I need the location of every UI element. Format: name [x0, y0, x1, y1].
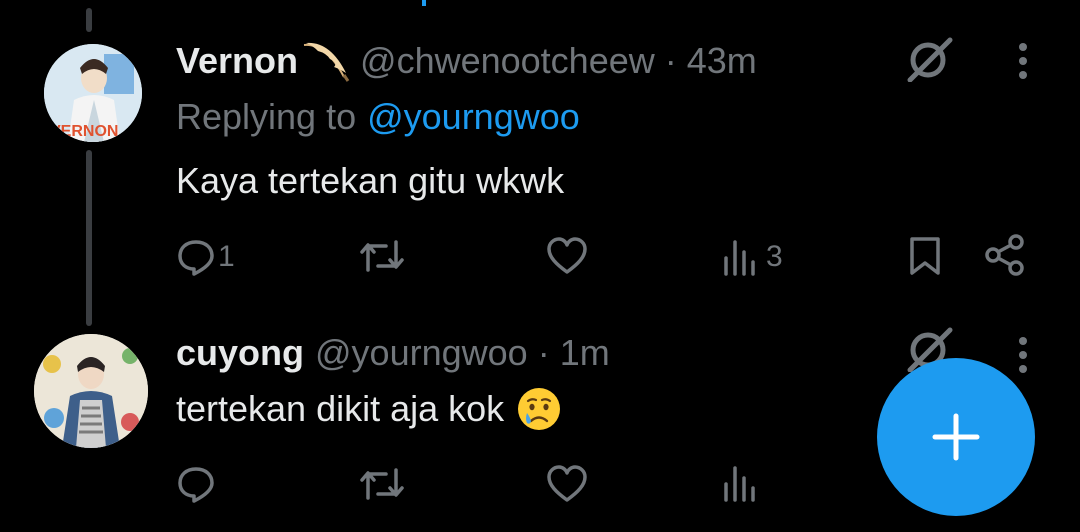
like-icon	[546, 236, 588, 276]
avatar-vernon-logo: VERNON	[50, 123, 118, 140]
like-button[interactable]	[546, 464, 588, 504]
separator: ·	[664, 40, 677, 81]
thread-top-accent	[422, 0, 426, 6]
tweet-text: tertekan dikit aja kok	[176, 388, 505, 429]
retweet-button[interactable]	[358, 464, 406, 504]
bookmark-button[interactable]	[908, 236, 942, 276]
views-icon	[722, 238, 758, 276]
compose-button[interactable]	[877, 358, 1035, 516]
replying-to-label: Replying to	[176, 96, 357, 137]
views-button[interactable]: 3	[722, 236, 783, 278]
reply-count: 1	[218, 240, 235, 273]
retweet-button[interactable]	[358, 236, 406, 276]
feather-icon	[300, 39, 350, 83]
reply-button[interactable]	[176, 464, 216, 504]
replying-to-link[interactable]: @yourngwoo	[367, 96, 580, 138]
avatar-cuyong[interactable]	[34, 334, 148, 448]
timestamp[interactable]: 43m	[687, 40, 757, 82]
crying-face-emoji	[516, 386, 562, 432]
views-button[interactable]	[722, 464, 758, 502]
like-icon	[546, 464, 588, 504]
avatar-vernon[interactable]: VERNON	[44, 44, 142, 142]
more-vertical-icon[interactable]	[1016, 336, 1030, 374]
view-count: 3	[766, 240, 783, 273]
tweet-text: Kaya tertekan gitu wkwk	[176, 160, 565, 201]
more-vertical-icon[interactable]	[1016, 42, 1030, 80]
reply-button[interactable]: 1	[176, 236, 235, 278]
grok-icon[interactable]	[904, 36, 954, 82]
handle[interactable]: @yourngwoo	[315, 332, 528, 374]
display-name[interactable]: Vernon	[176, 40, 298, 82]
display-name[interactable]: cuyong	[176, 332, 304, 374]
reply-icon	[176, 237, 216, 277]
thread-line	[86, 150, 92, 326]
share-button[interactable]	[984, 234, 1026, 276]
bookmark-icon	[908, 236, 942, 276]
plus-icon	[931, 412, 981, 462]
share-icon	[984, 234, 1026, 276]
timestamp[interactable]: 1m	[560, 332, 610, 374]
views-icon	[722, 464, 758, 502]
reply-icon	[176, 464, 216, 504]
handle[interactable]: @chwenootcheew	[360, 40, 655, 82]
retweet-icon	[358, 236, 406, 276]
separator: ·	[537, 332, 550, 373]
thread-line-top	[86, 8, 92, 32]
like-button[interactable]	[546, 236, 588, 276]
retweet-icon	[358, 464, 406, 504]
